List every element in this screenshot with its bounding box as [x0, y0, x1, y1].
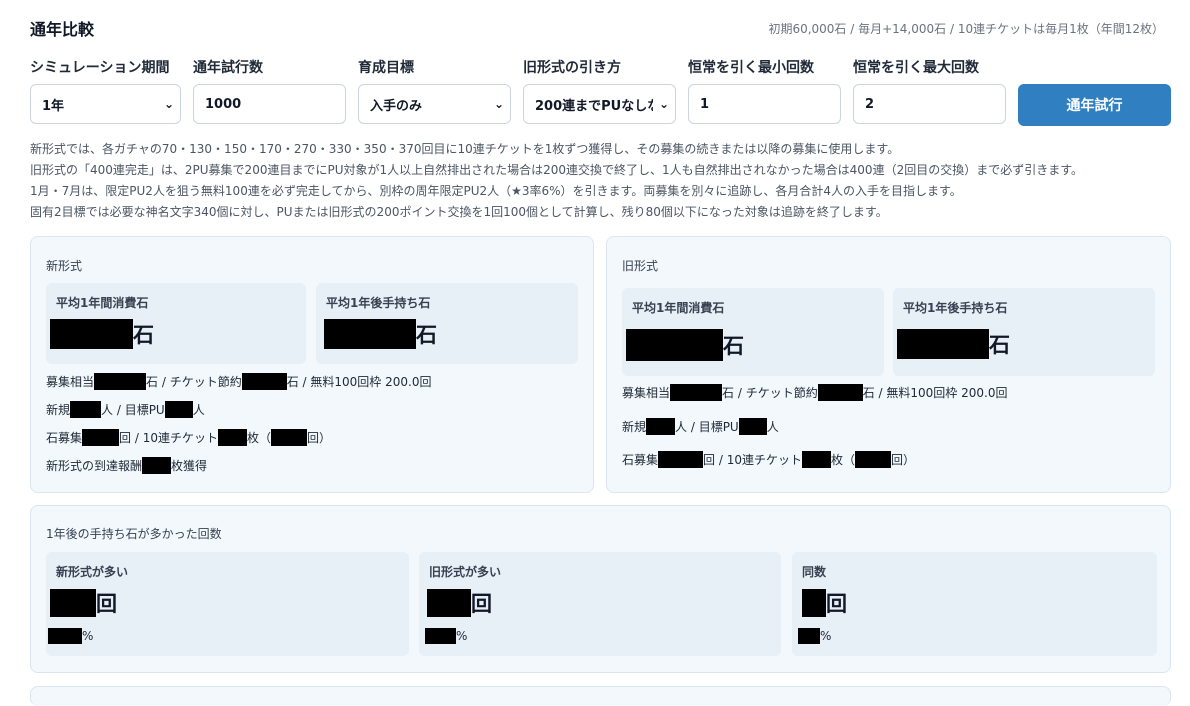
redacted-value [801, 451, 831, 468]
new-line-count: 新規 人 / 目標PU 人 [46, 401, 205, 418]
new-format-heading: 新形式 [46, 259, 83, 273]
stone-unit: 石 [133, 323, 154, 347]
goal-select[interactable]: 入手のみ ⌄ [358, 84, 511, 124]
new-avg-spent-label: 平均1年間消費石 [56, 296, 149, 310]
old-format-heading: 旧形式 [622, 259, 659, 273]
same-label: 同数 [802, 565, 827, 579]
redacted-value [854, 451, 891, 468]
chevron-down-icon: ⌄ [163, 97, 175, 111]
new-more-percent: % [48, 628, 93, 644]
old-more-stat: 旧形式が多い 回 % [419, 552, 781, 656]
stone-unit: 石 [416, 323, 437, 347]
new-line-reward: 新形式の到達報酬 枚獲得 [46, 457, 208, 474]
goal-value: 入手のみ [370, 98, 423, 114]
max-value: 2 [865, 96, 875, 112]
redacted-value [142, 457, 172, 474]
min-value: 1 [700, 96, 710, 112]
old-avg-spent-stat: 平均1年間消費石 石 [622, 288, 884, 376]
note-line: 新形式では、各ガチャの70・130・150・170・270・330・350・37… [30, 142, 900, 156]
redacted-value [241, 373, 287, 390]
redacted-value [164, 401, 193, 418]
redacted-value [50, 319, 133, 349]
same-stat: 同数 回 % [792, 552, 1157, 656]
old-avg-spent-label: 平均1年間消費石 [632, 301, 725, 315]
new-format-card: 新形式 平均1年間消費石 石 平均1年後手持ち石 石 募集相当 石 / チケット… [30, 236, 594, 493]
trials-input[interactable]: 1000 [193, 84, 346, 124]
old-avg-remaining-label: 平均1年後手持ち石 [903, 301, 1008, 315]
old-method-value: 200連までPUなしな [535, 98, 653, 114]
same-percent: % [798, 628, 831, 644]
times-unit: 回 [471, 592, 492, 616]
new-line-stone-recruit: 石募集 回 / 10連チケット 枚（ 回） [46, 429, 331, 446]
redacted-value [94, 373, 147, 390]
trials-label: 通年試行数 [193, 60, 263, 76]
old-more-percent: % [425, 628, 467, 644]
old-avg-remaining-stat: 平均1年後手持ち石 石 [893, 288, 1155, 376]
redacted-value [217, 429, 247, 446]
note-line: 旧形式の「400連完走」は、2PU募集で200連目までにPU対象が1人以上自然排… [30, 163, 1084, 177]
period-value: 1年 [42, 98, 65, 114]
run-simulation-button[interactable]: 通年試行 [1018, 84, 1171, 126]
stone-unit: 石 [723, 334, 744, 358]
redacted-value [427, 589, 471, 617]
stone-unit: 石 [989, 333, 1010, 357]
new-avg-spent-stat: 平均1年間消費石 石 [46, 283, 306, 364]
old-more-label: 旧形式が多い [429, 565, 502, 579]
redacted-value [798, 628, 820, 644]
new-avg-remaining-stat: 平均1年後手持ち石 石 [316, 283, 578, 364]
new-more-stat: 新形式が多い 回 % [46, 552, 409, 656]
chevron-down-icon: ⌄ [658, 97, 670, 111]
old-method-select[interactable]: 200連までPUなしな ⌄ [523, 84, 676, 124]
redacted-value [70, 401, 102, 418]
new-more-label: 新形式が多い [56, 565, 129, 579]
max-label: 恒常を引く最大回数 [853, 60, 979, 76]
comparison-card: 1年後の手持ち石が多かった回数 新形式が多い 回 % 旧形式が多い 回 % 同数… [30, 505, 1171, 673]
comparison-heading: 1年後の手持ち石が多かった回数 [46, 527, 222, 541]
redacted-value [897, 329, 989, 359]
times-unit: 回 [96, 592, 117, 616]
old-line-count: 新規 人 / 目標PU 人 [622, 418, 779, 435]
redacted-value [324, 319, 416, 349]
page-title: 通年比較 [30, 20, 95, 39]
redacted-value [50, 589, 96, 617]
old-line-recruit: 募集相当 石 / チケット節約 石 / 無料100回枠 200.0回 [622, 384, 1008, 401]
min-input[interactable]: 1 [688, 84, 841, 124]
redacted-value [817, 384, 863, 401]
redacted-value [270, 429, 307, 446]
redacted-value [802, 589, 826, 617]
max-input[interactable]: 2 [853, 84, 1006, 124]
redacted-value [626, 329, 723, 361]
old-line-stone-recruit: 石募集 回 / 10連チケット 枚（ 回） [622, 451, 915, 468]
redacted-value [738, 418, 767, 435]
redacted-value [646, 418, 676, 435]
goal-label: 育成目標 [358, 60, 414, 76]
redacted-value [425, 628, 456, 644]
redacted-value [670, 384, 723, 401]
chevron-down-icon: ⌄ [493, 97, 505, 111]
page-subtitle: 初期60,000石 / 毎月+14,000石 / 10連チケットは毎月1枚（年間… [768, 22, 1164, 36]
redacted-value [658, 451, 704, 468]
trials-value: 1000 [205, 96, 242, 112]
redacted-value [48, 628, 82, 644]
next-card [30, 686, 1171, 706]
times-unit: 回 [826, 592, 847, 616]
period-label: シミュレーション期間 [30, 60, 170, 76]
old-format-card: 旧形式 平均1年間消費石 石 平均1年後手持ち石 石 募集相当 石 / チケット… [606, 236, 1171, 493]
old-method-label: 旧形式の引き方 [523, 60, 621, 76]
note-line: 固有2目標では必要な神名文字340個に対し、PUまたは旧形式の200ポイント交換… [30, 205, 888, 219]
new-avg-remaining-label: 平均1年後手持ち石 [326, 296, 431, 310]
note-line: 1月・7月は、限定PU2人を狙う無料100連を必ず完走してから、別枠の周年限定P… [30, 184, 962, 198]
new-line-recruit: 募集相当 石 / チケット節約 石 / 無料100回枠 200.0回 [46, 373, 432, 390]
period-select[interactable]: 1年 ⌄ [30, 84, 181, 124]
notes: 新形式では、各ガチャの70・130・150・170・270・330・350・37… [30, 139, 1083, 223]
redacted-value [82, 429, 120, 446]
min-label: 恒常を引く最小回数 [688, 60, 814, 76]
